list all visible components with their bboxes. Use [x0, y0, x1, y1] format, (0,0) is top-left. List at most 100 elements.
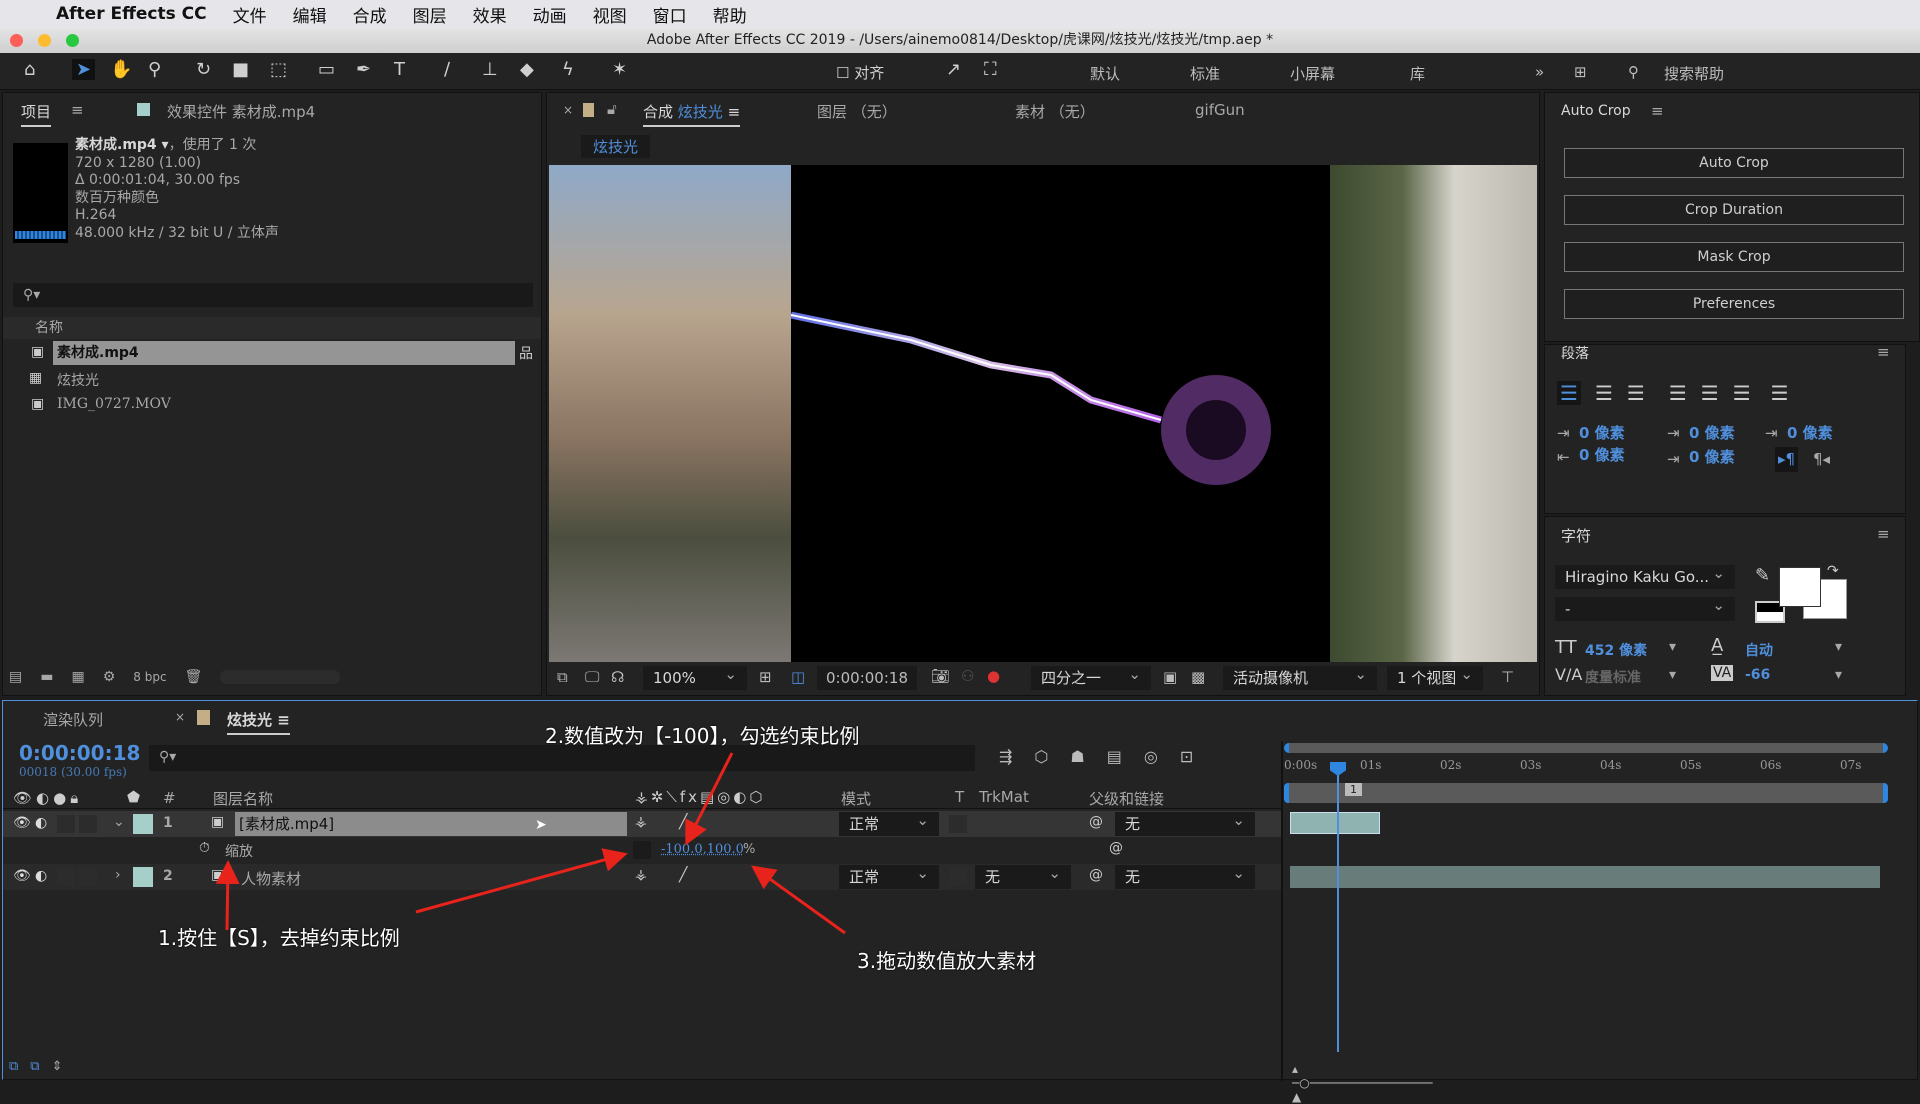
- font-size-value[interactable]: 452 像素: [1585, 640, 1647, 660]
- lock-icon[interactable]: 🔓︎: [607, 100, 617, 118]
- preserve-transparency-toggle[interactable]: [949, 815, 967, 833]
- comp-breadcrumb[interactable]: 炫技光: [581, 135, 651, 158]
- mask-crop-button[interactable]: Mask Crop: [1564, 242, 1904, 272]
- views-dropdown[interactable]: 1 个视图: [1387, 662, 1483, 690]
- draft-3d-icon[interactable]: ⬡: [1034, 747, 1048, 766]
- time-navigator[interactable]: 1: [1284, 783, 1888, 803]
- tab-project[interactable]: 项目: [21, 101, 52, 127]
- frame-blending-icon[interactable]: ▤: [1107, 747, 1122, 766]
- align-left-icon[interactable]: ☰: [1557, 381, 1581, 405]
- indent-right-value[interactable]: 0 像素: [1579, 443, 1625, 468]
- sync-settings-icon[interactable]: ⊞: [1574, 63, 1587, 81]
- workspace-standard[interactable]: 标准: [1190, 63, 1220, 84]
- menu-animation[interactable]: 动画: [533, 2, 567, 27]
- hand-tool-icon[interactable]: ✋: [110, 59, 132, 80]
- rtl-direction-icon[interactable]: ¶◂: [1813, 447, 1830, 472]
- tab-render-queue[interactable]: 渲染队列: [43, 709, 103, 730]
- tab-composition-timeline[interactable]: 炫技光 ≡: [227, 709, 290, 735]
- project-search-input[interactable]: ⚲▾: [13, 283, 533, 307]
- lock-toggle[interactable]: [79, 868, 97, 886]
- constrain-proportions-toggle[interactable]: [633, 841, 651, 859]
- justify-all-icon[interactable]: ☰: [1771, 381, 1789, 405]
- font-family-dropdown[interactable]: Hiragino Kaku Go...: [1555, 561, 1735, 589]
- preserve-transparency-toggle[interactable]: [949, 868, 967, 886]
- more-workspaces-icon[interactable]: »: [1535, 63, 1544, 81]
- align-right-icon[interactable]: ☰: [1627, 381, 1645, 405]
- bit-depth-button[interactable]: 8 bpc: [133, 670, 166, 684]
- panel-menu-icon[interactable]: ≡: [1877, 525, 1890, 543]
- layer-switches-toggle-icon[interactable]: ⧉: [9, 1059, 18, 1074]
- transparency-grid-icon[interactable]: ▩: [1191, 668, 1205, 686]
- mode-dropdown[interactable]: 正常: [839, 808, 939, 836]
- mode-dropdown[interactable]: 正常: [839, 861, 939, 889]
- in-out-toggle-icon[interactable]: ⇕: [52, 1059, 63, 1074]
- menu-window[interactable]: 窗口: [653, 2, 687, 27]
- rotate-tool-icon[interactable]: ↻: [196, 59, 211, 80]
- space-after-value[interactable]: 0 像素: [1689, 445, 1735, 470]
- ltr-direction-icon[interactable]: ▸¶: [1775, 447, 1799, 472]
- eyedropper-icon[interactable]: ✎: [1755, 565, 1770, 586]
- interpret-footage-icon[interactable]: ▤: [9, 669, 22, 685]
- font-style-dropdown[interactable]: -: [1555, 593, 1735, 621]
- project-item[interactable]: ▣ IMG_0727.MOV: [3, 393, 541, 417]
- show-snapshot-icon[interactable]: ⚇: [961, 667, 974, 685]
- expression-pickwhip-icon[interactable]: @: [1109, 840, 1123, 856]
- justify-center-icon[interactable]: ☰: [1701, 381, 1719, 405]
- align-center-icon[interactable]: ☰: [1595, 381, 1613, 405]
- timeline-current-time[interactable]: 0:00:00:18: [19, 741, 140, 765]
- home-icon[interactable]: ⌂: [24, 59, 35, 80]
- footage-name[interactable]: 素材成.mp4 ▾: [75, 137, 169, 153]
- work-area-bar[interactable]: [1284, 743, 1888, 753]
- motion-blur-icon[interactable]: ◎: [1144, 747, 1158, 766]
- layer-label-color[interactable]: [133, 867, 153, 887]
- trkmat-dropdown[interactable]: 无: [975, 861, 1071, 889]
- pan-behind-tool-icon[interactable]: ⬚: [270, 59, 287, 80]
- close-tab-icon[interactable]: ×: [175, 710, 185, 724]
- layer-label-color[interactable]: [133, 814, 153, 834]
- space-before-value[interactable]: 0 像素: [1689, 421, 1735, 446]
- menu-effect[interactable]: 效果: [473, 2, 507, 27]
- shy-layers-icon[interactable]: ☗: [1070, 747, 1084, 766]
- workspace-library[interactable]: 库: [1410, 63, 1425, 84]
- tab-layer[interactable]: 图层 （无）: [817, 101, 897, 122]
- column-header-name[interactable]: 名称: [3, 317, 541, 339]
- menu-layer[interactable]: 图层: [413, 2, 447, 27]
- channel-icon[interactable]: ●: [987, 667, 1000, 685]
- layer-name[interactable]: [素材成.mp4]: [235, 812, 627, 836]
- current-time-indicator[interactable]: [1330, 762, 1346, 1052]
- search-help-icon[interactable]: ⚲: [1628, 63, 1639, 81]
- region-of-interest-icon[interactable]: ◫: [791, 668, 805, 686]
- audio-toggle-icon[interactable]: ◐: [35, 815, 47, 831]
- new-composition-icon[interactable]: ▦: [71, 669, 84, 685]
- tab-composition[interactable]: 合成 炫技光 ≡: [643, 101, 741, 127]
- quality-switch-icon[interactable]: ╱: [679, 867, 687, 883]
- flowchart-icon[interactable]: 品: [519, 343, 533, 363]
- project-settings-icon[interactable]: ⚙: [103, 669, 116, 685]
- justify-left-icon[interactable]: ☰: [1669, 381, 1687, 405]
- layer-duration-bar[interactable]: [1290, 866, 1880, 888]
- leading-value[interactable]: 自动: [1745, 640, 1773, 660]
- fast-previews-icon[interactable]: ▣: [1163, 668, 1177, 686]
- monitor-icon[interactable]: 🖵︎: [585, 668, 599, 686]
- roto-brush-icon[interactable]: ϟ: [562, 59, 574, 80]
- collapse-chevron-icon[interactable]: ⌄: [113, 814, 125, 830]
- project-item[interactable]: ▦ 炫技光: [3, 367, 541, 391]
- selection-tool-icon[interactable]: ➤: [72, 59, 96, 80]
- search-help-input[interactable]: 搜索帮助: [1664, 63, 1724, 84]
- mask-visibility-icon[interactable]: ☊: [611, 668, 624, 686]
- visibility-toggle-icon[interactable]: 👁︎: [13, 868, 31, 884]
- solo-toggle[interactable]: [57, 815, 75, 833]
- first-line-indent-value[interactable]: 0 像素: [1787, 421, 1833, 446]
- close-window-button[interactable]: [10, 34, 23, 47]
- menu-app[interactable]: After Effects CC: [56, 4, 207, 24]
- menu-help[interactable]: 帮助: [713, 2, 747, 27]
- menu-file[interactable]: 文件: [233, 2, 267, 27]
- close-tab-icon[interactable]: ×: [563, 103, 573, 117]
- layer-name[interactable]: 人物素材: [241, 868, 301, 889]
- tracking-value[interactable]: -66: [1745, 667, 1770, 683]
- reset-exposure-icon[interactable]: ⊤: [1501, 668, 1514, 686]
- tab-effect-controls[interactable]: 效果控件 素材成.mp4: [167, 101, 315, 122]
- clone-stamp-icon[interactable]: ⊥: [482, 59, 498, 80]
- tab-gifgun[interactable]: gifGun: [1195, 101, 1245, 119]
- new-folder-icon[interactable]: ▬: [40, 669, 53, 685]
